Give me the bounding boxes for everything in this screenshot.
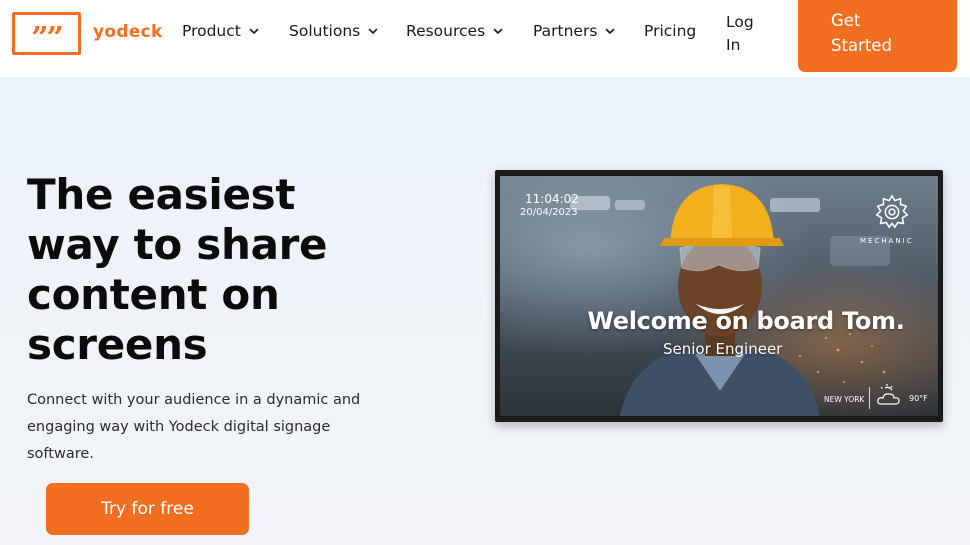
chevron-down-icon [249,28,259,34]
try-for-free-button[interactable]: Try for free [46,483,249,535]
hero-subtitle-line: engaging way with Yodeck digital signage [27,419,331,435]
hero-title-line: content on [27,270,280,319]
get-started-line-2: Started [831,36,892,55]
chevron-down-icon [368,28,378,34]
department-label: MECHANIC [860,237,914,245]
top-navbar: ”” yodeck Product Solutions Resources Pa… [0,0,970,77]
screen-date: 20/04/2023 [520,207,578,218]
nav-item-resources[interactable]: Resources [406,22,503,40]
get-started-button[interactable]: Get Started [798,0,957,72]
weather-temperature: 90°F [909,394,928,403]
nav-item-product[interactable]: Product [182,22,259,40]
logo-mark: ”” [31,20,63,56]
nav-item-label: Pricing [644,22,697,40]
nav-item-partners[interactable]: Partners [533,22,615,40]
nav-item-label: Partners [533,22,598,40]
hero-title-line: The easiest [27,170,296,219]
screen-clock: 11:04:02 [525,192,579,206]
chevron-down-icon [493,28,503,34]
nav-item-label: Solutions [289,22,361,40]
nav-item-label: Resources [406,22,486,40]
chevron-down-icon [606,28,615,34]
logo-wordmark[interactable]: yodeck [93,22,163,42]
hero-subtitle-line: Connect with your audience in a dynamic … [27,392,361,408]
hero-subtitle: Connect with your audience in a dynamic … [27,387,397,468]
logo-icon[interactable]: ”” [12,12,81,55]
signage-screen-frame: 11:04:02 20/04/2023 MECHANIC Welcome on … [495,170,943,422]
cloud-sun-icon [877,384,900,405]
hero-subtitle-line: software. [27,446,94,462]
employee-role: Senior Engineer [663,340,783,358]
nav-item-pricing[interactable]: Pricing [644,22,696,40]
weather-city: NEW YORK [824,395,865,404]
welcome-message: Welcome on board Tom. [587,307,905,335]
hero-title-line: screens [27,320,208,369]
login-line-2: In [726,36,741,54]
weather-divider [869,387,870,409]
hero-title-line: way to share [27,220,328,269]
signage-screen: 11:04:02 20/04/2023 MECHANIC Welcome on … [500,176,938,416]
get-started-line-1: Get [831,11,861,30]
login-link[interactable]: Log In [726,11,766,57]
login-line-1: Log [726,13,754,31]
hero-title: The easiest way to share content on scre… [27,170,467,370]
gear-icon [875,194,909,229]
nav-item-label: Product [182,22,241,40]
nav-item-solutions[interactable]: Solutions [289,22,378,40]
